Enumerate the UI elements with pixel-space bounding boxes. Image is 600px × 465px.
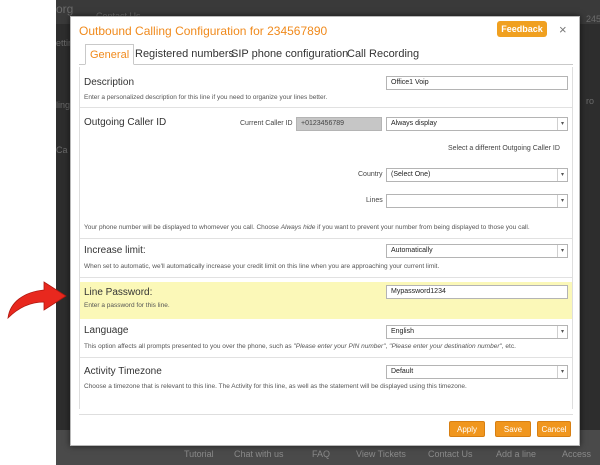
chevron-down-icon: ▾ xyxy=(557,366,567,378)
background-fragment: ling xyxy=(56,100,71,110)
cancel-button[interactable]: Cancel xyxy=(537,421,571,437)
description-label: Description xyxy=(84,77,135,88)
background-link: Chat with us xyxy=(234,449,284,459)
background-link: Access xyxy=(562,449,592,459)
increase-limit-label: Increase limit: xyxy=(84,245,146,256)
current-caller-id-field: +0123456789 xyxy=(296,117,382,131)
save-button[interactable]: Save xyxy=(495,421,531,437)
caller-id-label: Outgoing Caller ID xyxy=(84,117,167,128)
description-input[interactable]: Office1 Voip xyxy=(386,76,568,90)
line-password-input[interactable]: Mypassword1234 xyxy=(386,285,568,299)
timezone-value: Default xyxy=(391,368,414,375)
language-select[interactable]: English ▾ xyxy=(386,325,568,339)
dialog-footer: Apply Save Cancel xyxy=(79,414,573,440)
background-fragment: ro xyxy=(586,96,595,106)
timezone-label: Activity Timezone xyxy=(84,366,162,377)
tab-sip-phone-configuration[interactable]: SIP phone configuration xyxy=(227,44,352,65)
dialog-title: Outbound Calling Configuration for 23456… xyxy=(79,24,328,38)
caller-id-help-emphasis: Always hide xyxy=(280,224,316,231)
lines-label: Lines xyxy=(366,197,383,204)
background-fragment: org xyxy=(56,2,74,16)
country-label: Country xyxy=(358,171,383,178)
lines-select[interactable]: ▾ xyxy=(386,194,568,208)
chevron-down-icon: ▾ xyxy=(557,118,567,130)
background-fragment: Ca xyxy=(56,145,68,155)
language-help-emphasis: "Please enter your PIN number" xyxy=(293,343,386,350)
chevron-down-icon: ▾ xyxy=(557,169,567,181)
background-link: FAQ xyxy=(312,449,331,459)
language-label: Language xyxy=(84,325,129,336)
chevron-down-icon: ▾ xyxy=(557,326,567,338)
red-curved-arrow-icon xyxy=(7,281,67,320)
caller-id-help-text: Your phone number will be displayed to w… xyxy=(84,224,281,231)
apply-button[interactable]: Apply xyxy=(449,421,485,437)
increase-limit-value: Automatically xyxy=(391,247,433,254)
divider xyxy=(80,277,572,278)
timezone-help: Choose a timezone that is relevant to th… xyxy=(84,383,467,390)
line-password-label: Line Password: xyxy=(84,287,153,298)
country-select[interactable]: (Select One) ▾ xyxy=(386,168,568,182)
current-caller-id-label: Current Caller ID xyxy=(240,120,293,127)
background-link: Add a line xyxy=(496,449,537,459)
caller-id-display-select[interactable]: Always display ▾ xyxy=(386,117,568,131)
language-value: English xyxy=(391,328,414,335)
description-help: Enter a personalized description for thi… xyxy=(84,94,328,101)
chevron-down-icon: ▾ xyxy=(557,195,567,207)
general-settings-panel: Description Enter a personalized descrip… xyxy=(79,67,573,409)
language-help-text: , etc. xyxy=(501,343,516,350)
background-link: View Tickets xyxy=(356,449,406,459)
language-help-text: This option affects all prompts presente… xyxy=(84,343,294,350)
background-link: Contact Us xyxy=(428,449,473,459)
caller-id-help: Your phone number will be displayed to w… xyxy=(84,224,530,231)
select-different-caller-id-link[interactable]: Select a different Outgoing Caller ID xyxy=(448,145,560,152)
tab-registered-numbers[interactable]: Registered numbers xyxy=(131,44,238,65)
increase-limit-select[interactable]: Automatically ▾ xyxy=(386,244,568,258)
language-help-emphasis: "Please enter your destination number" xyxy=(389,343,502,350)
country-select-value: (Select One) xyxy=(391,171,431,178)
outbound-calling-dialog: Outbound Calling Configuration for 23456… xyxy=(70,16,580,446)
caller-id-help-text: if you want to prevent your number from … xyxy=(315,224,530,231)
divider xyxy=(80,357,572,358)
tab-general[interactable]: General xyxy=(85,44,135,65)
chevron-down-icon: ▾ xyxy=(557,245,567,257)
line-password-help: Enter a password for this line. xyxy=(84,302,170,309)
language-help: This option affects all prompts presente… xyxy=(84,343,516,350)
background-fragment: 2456 xyxy=(586,14,600,24)
increase-limit-help: When set to automatic, we'll automatical… xyxy=(84,263,440,270)
feedback-button[interactable]: Feedback xyxy=(497,21,547,37)
tab-bar: General Registered numbers SIP phone con… xyxy=(79,43,573,65)
tab-call-recording[interactable]: Call Recording xyxy=(343,44,423,65)
caller-id-display-value: Always display xyxy=(391,120,437,127)
divider xyxy=(80,238,572,239)
divider xyxy=(80,107,572,108)
timezone-select[interactable]: Default ▾ xyxy=(386,365,568,379)
close-icon[interactable]: × xyxy=(559,22,567,37)
background-link: Tutorial xyxy=(184,449,214,459)
